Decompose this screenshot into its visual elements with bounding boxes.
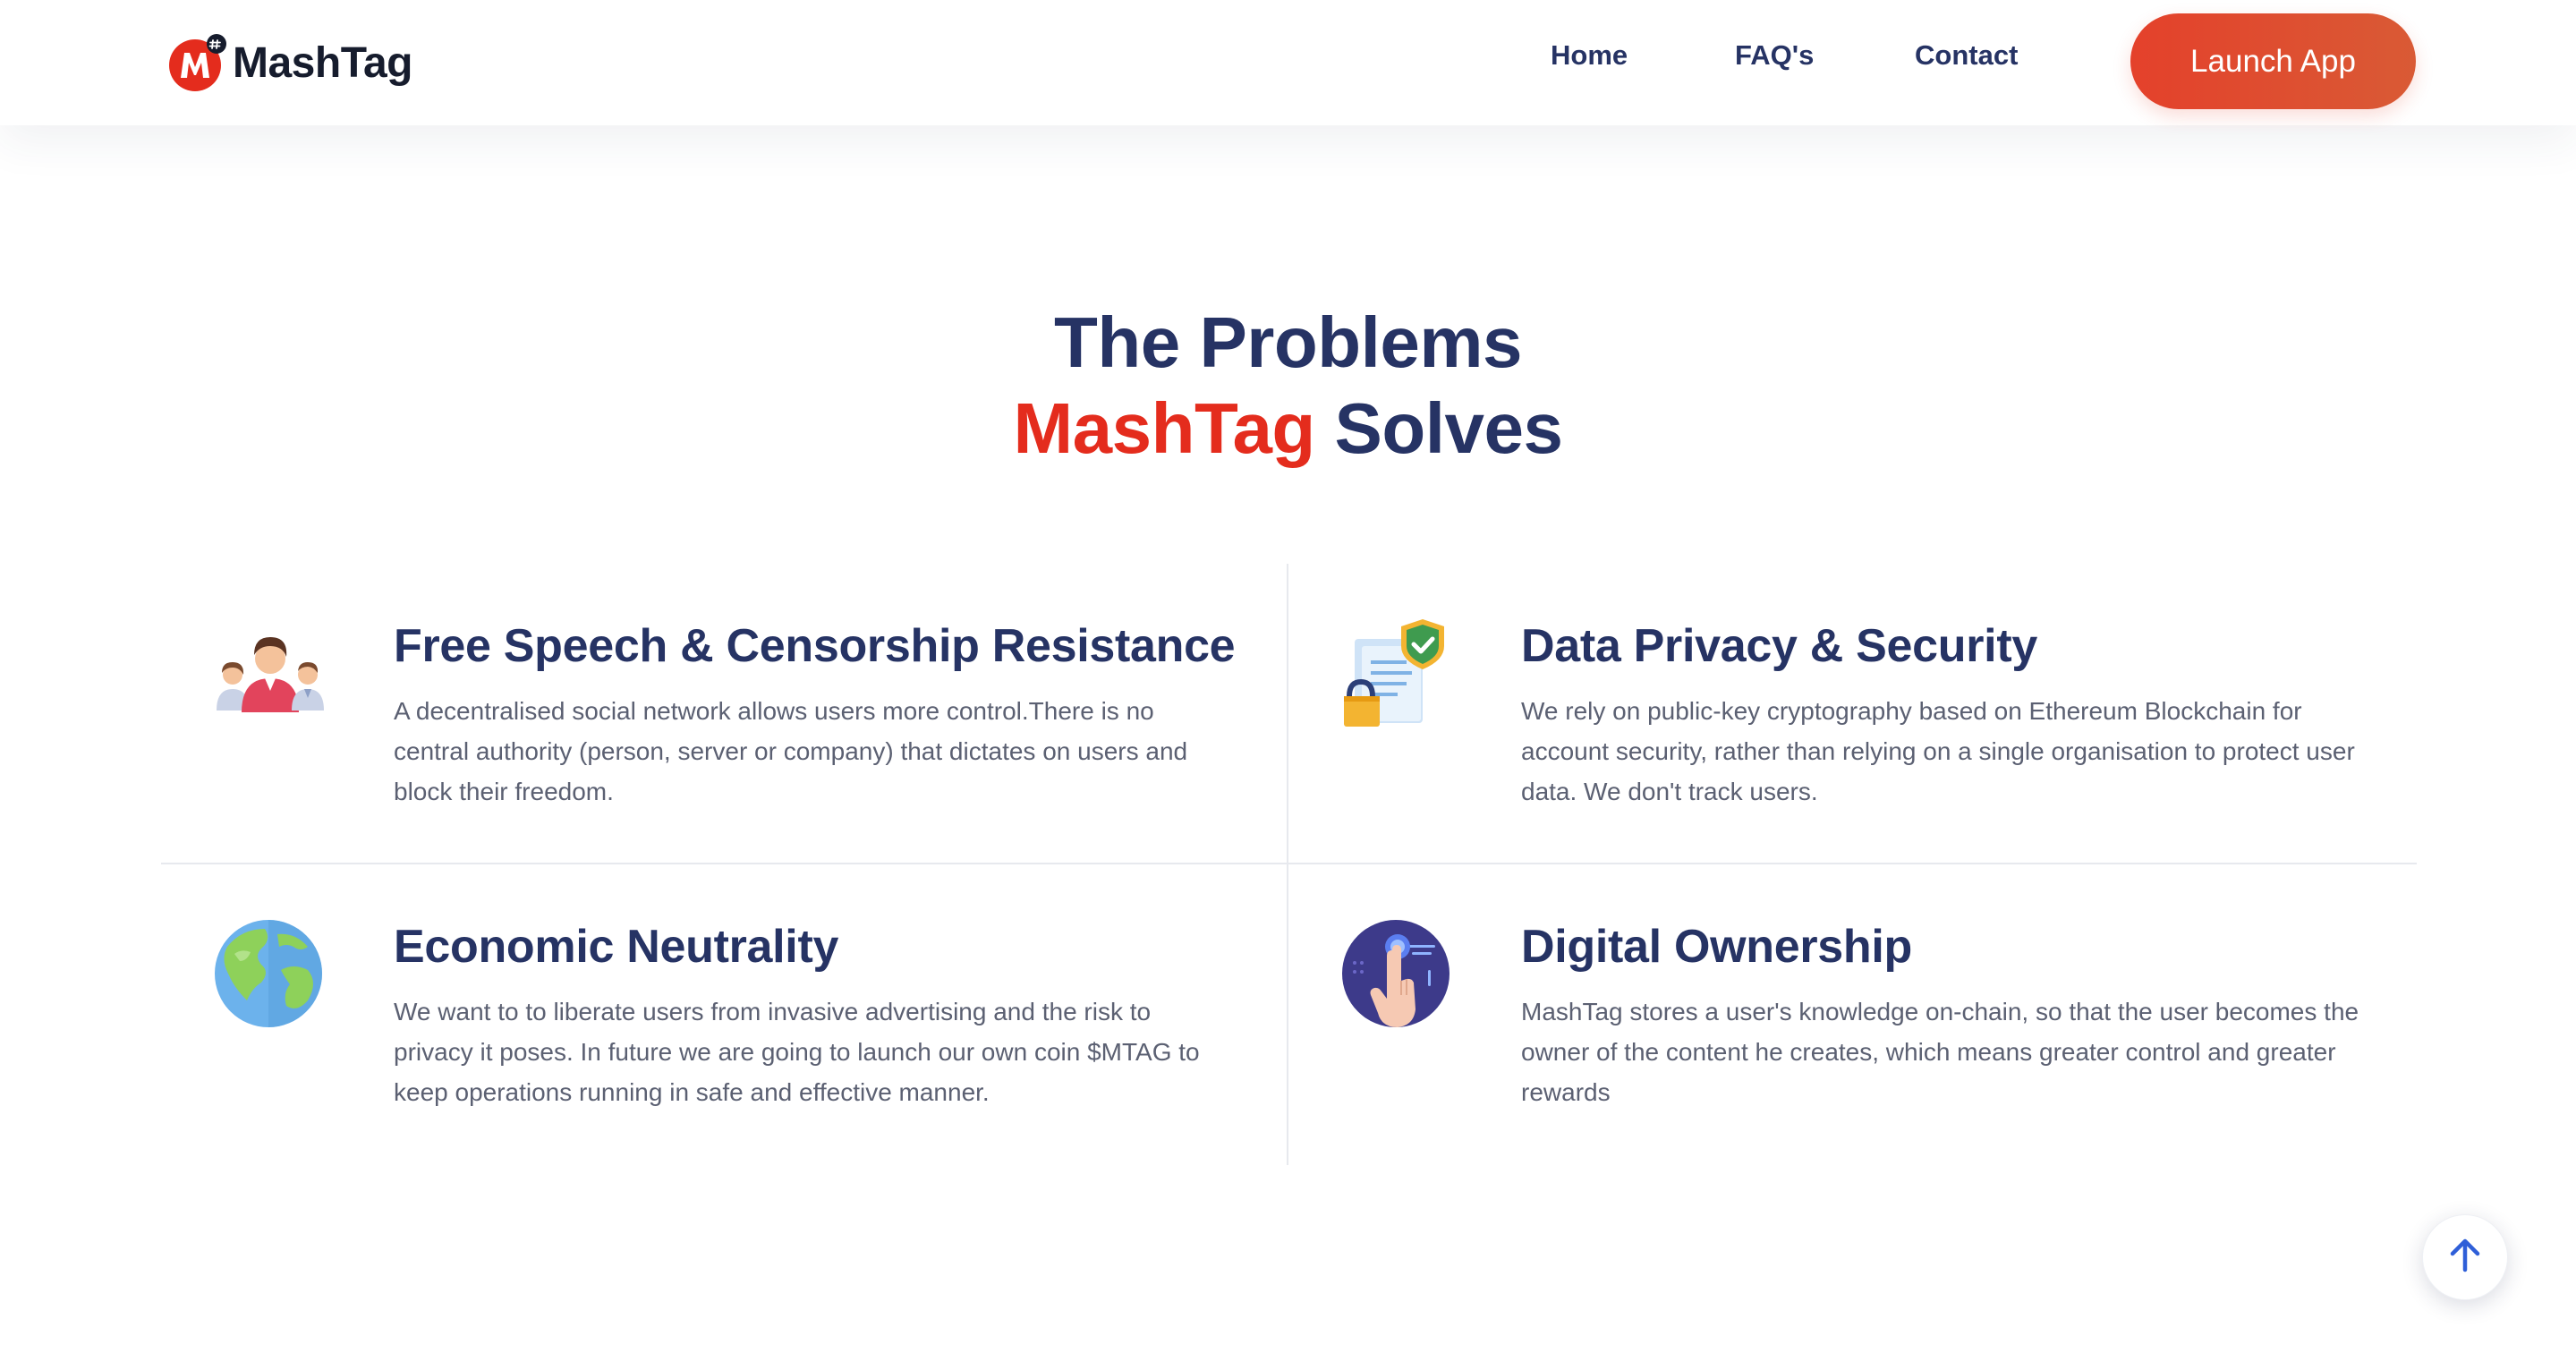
nav-home-link[interactable]: Home (1551, 39, 1628, 72)
feature-title: Data Privacy & Security (1521, 620, 2037, 672)
top-navbar: MashTag Home FAQ's Contact Launch App (0, 0, 2576, 125)
globe-icon (215, 920, 327, 1033)
brand-logo[interactable]: MashTag (168, 31, 412, 94)
section-title: The Problems MashTag Solves (0, 300, 2576, 472)
brand-name: MashTag (233, 38, 412, 87)
mashtag-logo-icon (168, 33, 227, 92)
scroll-to-top-button[interactable] (2422, 1214, 2508, 1300)
feature-title: Economic Neutrality (394, 921, 839, 973)
nav-faqs-link[interactable]: FAQ's (1735, 39, 1814, 72)
feature-title: Digital Ownership (1521, 921, 1912, 973)
feature-title: Free Speech & Censorship Resistance (394, 620, 1236, 672)
feature-description: MashTag stores a user's knowledge on-cha… (1521, 998, 2359, 1106)
page: MashTag Home FAQ's Contact Launch App Th… (0, 0, 2576, 1370)
secure-document-icon (1342, 619, 1455, 732)
feature-description: We rely on public-key cryptography based… (1521, 697, 2355, 805)
feature-description: A decentralised social network allows us… (394, 697, 1188, 805)
section-title-rest: Solves (1334, 388, 1563, 468)
section-title-line1: The Problems (1053, 302, 1523, 382)
section-title-accent: MashTag (1013, 388, 1316, 468)
grid-divider-horizontal (161, 863, 2417, 864)
people-group-icon (215, 619, 327, 732)
launch-app-button[interactable]: Launch App (2130, 13, 2416, 109)
feature-description: We want to to liberate users from invasi… (394, 998, 1200, 1106)
nav-contact-link[interactable]: Contact (1915, 39, 2018, 72)
grid-divider-vertical (1287, 564, 1288, 1165)
touch-hand-icon (1342, 920, 1455, 1033)
arrow-up-icon (2444, 1234, 2487, 1281)
